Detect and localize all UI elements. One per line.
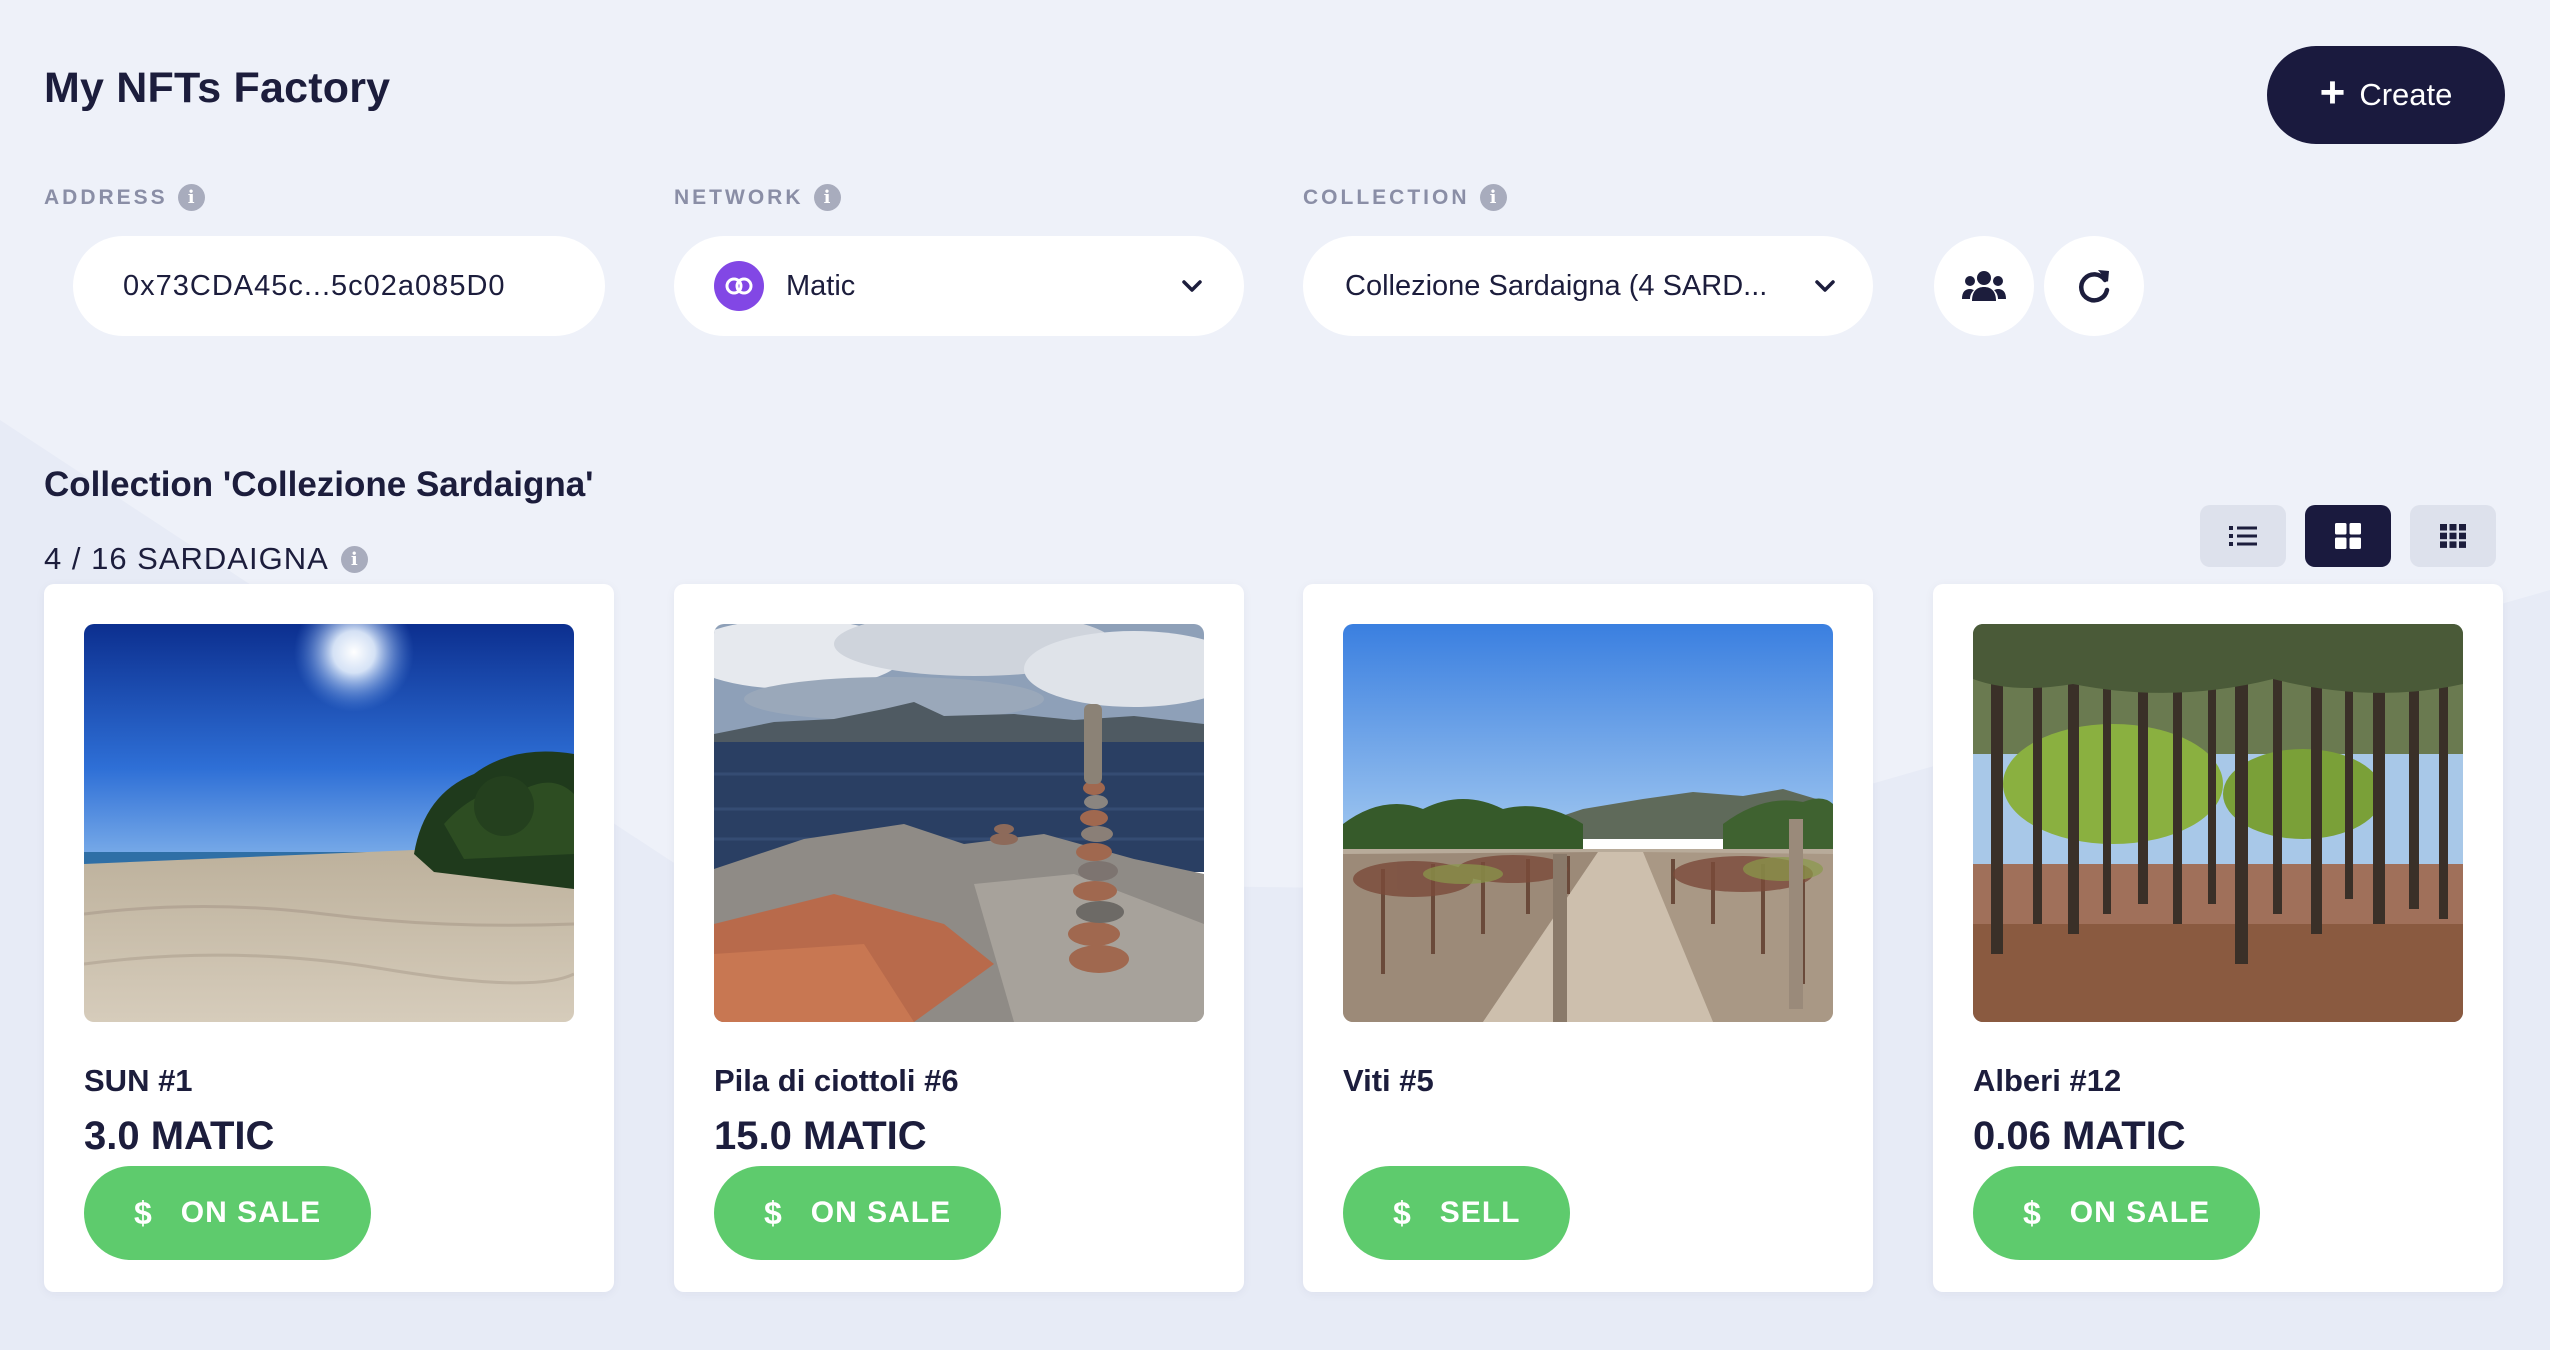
page-title: My NFTs Factory [44, 64, 391, 112]
on-sale-button[interactable]: $ ON SALE [1973, 1166, 2261, 1260]
collection-label-text: COLLECTION [1303, 185, 1470, 209]
nft-image-cairn[interactable] [714, 624, 1204, 1022]
grid-large-view-button[interactable] [2305, 505, 2391, 567]
nft-name: SUN #1 [84, 1063, 193, 1098]
address-field[interactable]: 0x73CDA45c...5c02a085D0 [73, 236, 605, 336]
nft-card[interactable]: SUN #1 3.0 MATIC $ ON SALE [44, 584, 614, 1292]
dollar-icon: $ [1393, 1194, 1412, 1231]
sale-button-label: ON SALE [2069, 1196, 2211, 1229]
network-value: Matic [786, 269, 856, 302]
collection-label: COLLECTION i [1303, 184, 1507, 211]
grid-small-icon [2440, 524, 2466, 548]
sell-button[interactable]: $ SELL [1343, 1166, 1571, 1260]
dollar-icon: $ [134, 1194, 153, 1231]
list-icon [2229, 526, 2257, 546]
page: My NFTs Factory + Create ADDRESS i 0x73C… [0, 0, 2550, 1350]
network-select[interactable]: Matic [674, 236, 1244, 336]
nft-image-beach[interactable] [84, 624, 574, 1022]
list-view-button[interactable] [2200, 505, 2286, 567]
nft-price: 0.06 MATIC [1973, 1114, 2186, 1158]
info-icon[interactable]: i [1479, 184, 1507, 211]
network-label: NETWORK i [674, 184, 841, 211]
info-icon[interactable]: i [813, 184, 841, 211]
collection-count: 4 / 16 SARDAIGNA i [44, 541, 368, 577]
dollar-icon: $ [2023, 1194, 2042, 1231]
create-button-label: Create [2359, 77, 2453, 112]
nft-image-vineyard[interactable] [1343, 624, 1833, 1022]
collection-title: Collection 'Collezione Sardaigna' [44, 465, 594, 504]
collection-select[interactable]: Collezione Sardaigna (4 SARD... [1303, 236, 1873, 336]
on-sale-button[interactable]: $ ON SALE [84, 1166, 372, 1260]
address-value: 0x73CDA45c...5c02a085D0 [123, 269, 506, 302]
create-button[interactable]: + Create [2267, 46, 2505, 144]
users-icon [1962, 271, 2006, 301]
sale-button-label: ON SALE [810, 1196, 952, 1229]
nft-name: Pila di ciottoli #6 [714, 1063, 959, 1098]
collection-count-text: 4 / 16 SARDAIGNA [44, 541, 329, 576]
address-label-text: ADDRESS [44, 185, 168, 209]
nft-card[interactable]: Alberi #12 0.06 MATIC $ ON SALE [1933, 584, 2503, 1292]
nft-image-pine-forest[interactable] [1973, 624, 2463, 1022]
refresh-button[interactable] [2044, 236, 2144, 336]
users-button[interactable] [1934, 236, 2034, 336]
sale-button-label: ON SALE [180, 1196, 322, 1229]
plus-icon: + [2319, 68, 2346, 117]
nft-name: Viti #5 [1343, 1063, 1434, 1098]
on-sale-button[interactable]: $ ON SALE [714, 1166, 1002, 1260]
dollar-icon: $ [764, 1194, 783, 1231]
nft-price: 15.0 MATIC [714, 1114, 927, 1158]
network-label-text: NETWORK [674, 185, 804, 209]
nft-price: 3.0 MATIC [84, 1114, 275, 1158]
collection-value: Collezione Sardaigna (4 SARD... [1345, 269, 1768, 302]
sale-button-label: SELL [1439, 1196, 1521, 1229]
polygon-logo-icon [714, 261, 764, 311]
address-label: ADDRESS i [44, 184, 205, 211]
grid-large-icon [2335, 523, 2361, 549]
nft-card[interactable]: Viti #5 $ SELL [1303, 584, 1873, 1292]
chevron-down-icon [1182, 280, 1202, 292]
grid-small-view-button[interactable] [2410, 505, 2496, 567]
nft-card[interactable]: Pila di ciottoli #6 15.0 MATIC $ ON SALE [674, 584, 1244, 1292]
nft-name: Alberi #12 [1973, 1063, 2122, 1098]
refresh-icon [2079, 270, 2110, 303]
info-icon[interactable]: i [177, 184, 205, 211]
chevron-down-icon [1815, 280, 1835, 292]
info-icon[interactable]: i [340, 545, 368, 573]
